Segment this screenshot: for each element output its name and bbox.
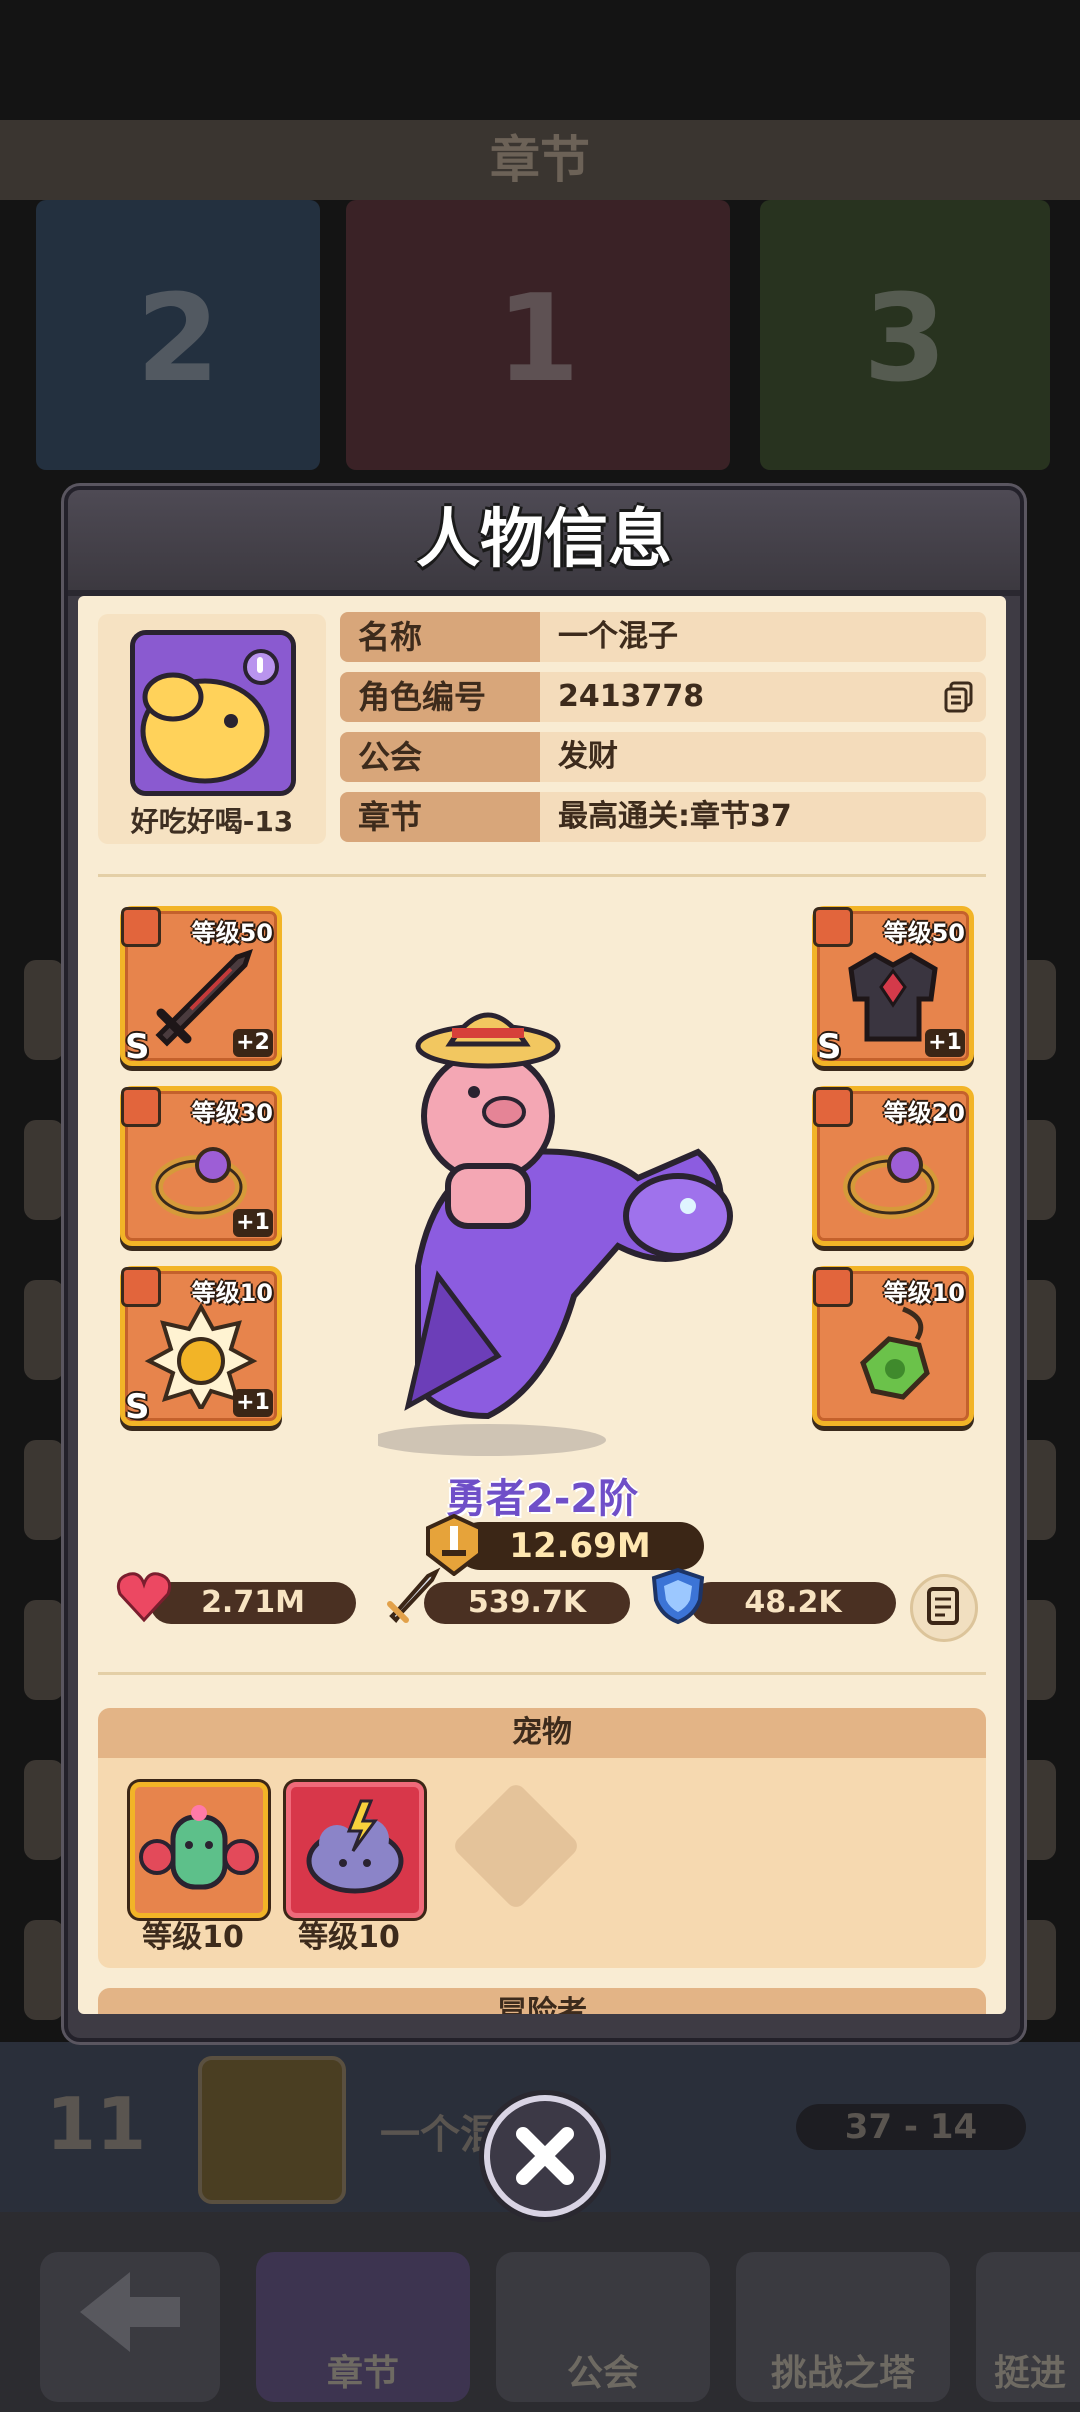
info-row-id: 角色编号 2413778 — [340, 672, 986, 722]
list-item — [24, 1920, 64, 2020]
list-item — [24, 1120, 64, 1220]
back-arrow-icon — [80, 2272, 180, 2352]
pets-section-title: 宠物 — [98, 1708, 986, 1758]
rank-number: 11 — [46, 2082, 147, 2166]
avatar — [198, 2056, 346, 2204]
heart-icon — [116, 1572, 172, 1623]
equipment-enhance: +2 — [233, 1029, 273, 1057]
equipment-slot-armor[interactable]: 等级50 S +1 — [812, 906, 974, 1067]
info-value: 一个混子 — [540, 612, 986, 662]
nav-label: 挺进 — [994, 2353, 1067, 2394]
nav-tab-guild[interactable]: 公会 — [496, 2252, 710, 2402]
equipment-grade: S — [125, 1027, 150, 1067]
modal-title: 人物信息 — [416, 503, 672, 577]
pet-level: 等级10 — [142, 1920, 244, 1955]
divider — [98, 1672, 986, 1675]
chapter-card-3[interactable]: 3 — [760, 200, 1050, 470]
bottom-nav: 章节 公会 挑战之塔 挺进 — [0, 2212, 1080, 2412]
avatar — [130, 630, 296, 796]
pet-level: 等级10 — [298, 1920, 400, 1955]
nav-tab-advance[interactable]: 挺进 — [976, 2252, 1080, 2402]
defense-value: 48.2K — [690, 1582, 896, 1624]
stats-detail-button[interactable] — [910, 1574, 978, 1642]
equipment-grade: S — [817, 1027, 842, 1067]
chapter-progress-badge: 37 - 14 — [796, 2104, 1026, 2150]
info-key: 名称 — [340, 612, 540, 662]
nav-tab-tower[interactable]: 挑战之塔 — [736, 2252, 950, 2402]
pets-section: 宠物 等级10 等级10 — [98, 1708, 986, 1968]
list-item — [24, 1440, 64, 1540]
green-pendant-icon — [860, 1306, 930, 1400]
nav-label: 挑战之塔 — [770, 2353, 915, 2394]
info-key: 公会 — [340, 732, 540, 782]
equipment-slot-ring-2[interactable]: 等级20 — [812, 1086, 974, 1246]
chapter-card-2[interactable]: 2 — [36, 200, 320, 470]
back-button[interactable] — [40, 2252, 220, 2402]
close-button[interactable] — [484, 2095, 606, 2217]
character-info-modal: 人物信息 好吃好喝-13 名称 一个混子 角色编号 2413778 公会 发财 … — [64, 486, 1024, 2042]
attack-value: 539.7K — [424, 1582, 630, 1624]
list-item — [24, 1280, 64, 1380]
info-row-name: 名称 一个混子 — [340, 612, 986, 662]
modal-header: 人物信息 — [68, 490, 1020, 596]
copy-icon[interactable] — [942, 680, 976, 714]
divider — [98, 874, 986, 877]
shield-icon — [651, 1567, 705, 1625]
info-key: 章节 — [340, 792, 540, 842]
hero-rank: 勇者2-2阶 — [445, 1476, 639, 1522]
adventurer-section-title: 冒险者 — [98, 1988, 986, 2014]
pet-slot[interactable] — [130, 1782, 268, 1918]
hero-character — [378, 1012, 733, 1456]
info-value: 发财 — [540, 732, 986, 782]
info-key: 角色编号 — [340, 672, 540, 722]
equipment-grade: S — [125, 1387, 150, 1427]
profile-avatar-card: 好吃好喝-13 — [98, 614, 326, 844]
info-value: 最高通关:章节37 — [540, 792, 986, 842]
adventurer-section: 冒险者 — [98, 1988, 986, 2014]
pet-slot[interactable] — [286, 1782, 424, 1918]
info-row-guild: 公会 发财 — [340, 732, 986, 782]
info-row-chapter: 章节 最高通关:章节37 — [340, 792, 986, 842]
cactus-boxer-pet-icon — [139, 1805, 259, 1890]
chapter-number: 3 — [863, 270, 947, 409]
equipment-slot-necklace-2[interactable]: 等级10 — [812, 1266, 974, 1426]
player-name: 一个混 — [380, 2112, 500, 2158]
list-item — [24, 1760, 64, 1860]
chapter-number: 1 — [496, 270, 580, 409]
hp-value: 2.71M — [150, 1582, 356, 1624]
list-item — [24, 1600, 64, 1700]
equipment-enhance: +1 — [925, 1029, 965, 1057]
document-icon — [927, 1587, 959, 1625]
modal-body: 好吃好喝-13 名称 一个混子 角色编号 2413778 公会 发财 章节 最高… — [78, 596, 1006, 2014]
yellow-creature-avatar-icon — [135, 635, 291, 791]
nav-label: 公会 — [566, 2353, 639, 2394]
equipment-enhance: +1 — [233, 1389, 273, 1417]
equipment-enhance: +1 — [233, 1209, 273, 1237]
combat-power-value: 12.69M — [456, 1522, 704, 1570]
equipment-slot-ring[interactable]: 等级30 +1 — [120, 1086, 282, 1246]
sword-icon — [387, 1567, 441, 1624]
list-item — [24, 960, 64, 1060]
equipment-slot-necklace[interactable]: 等级10 S +1 — [120, 1266, 282, 1427]
chapter-card-1[interactable]: 1 — [346, 200, 730, 470]
storm-cloud-pet-icon — [306, 1799, 404, 1894]
chapter-number: 2 — [136, 270, 220, 409]
nav-tab-chapter[interactable]: 章节 — [256, 2252, 470, 2402]
empty-pet-slot[interactable] — [450, 1780, 582, 1912]
info-value: 2413778 — [540, 672, 986, 722]
close-icon — [516, 2127, 574, 2185]
equipment-slot-weapon[interactable]: 等级50 S +2 — [120, 906, 282, 1067]
nav-label: 章节 — [326, 2353, 399, 2394]
avatar-title: 好吃好喝-13 — [130, 805, 294, 838]
screen-title: 章节 — [0, 120, 1080, 200]
purple-ring-icon — [843, 1147, 939, 1219]
